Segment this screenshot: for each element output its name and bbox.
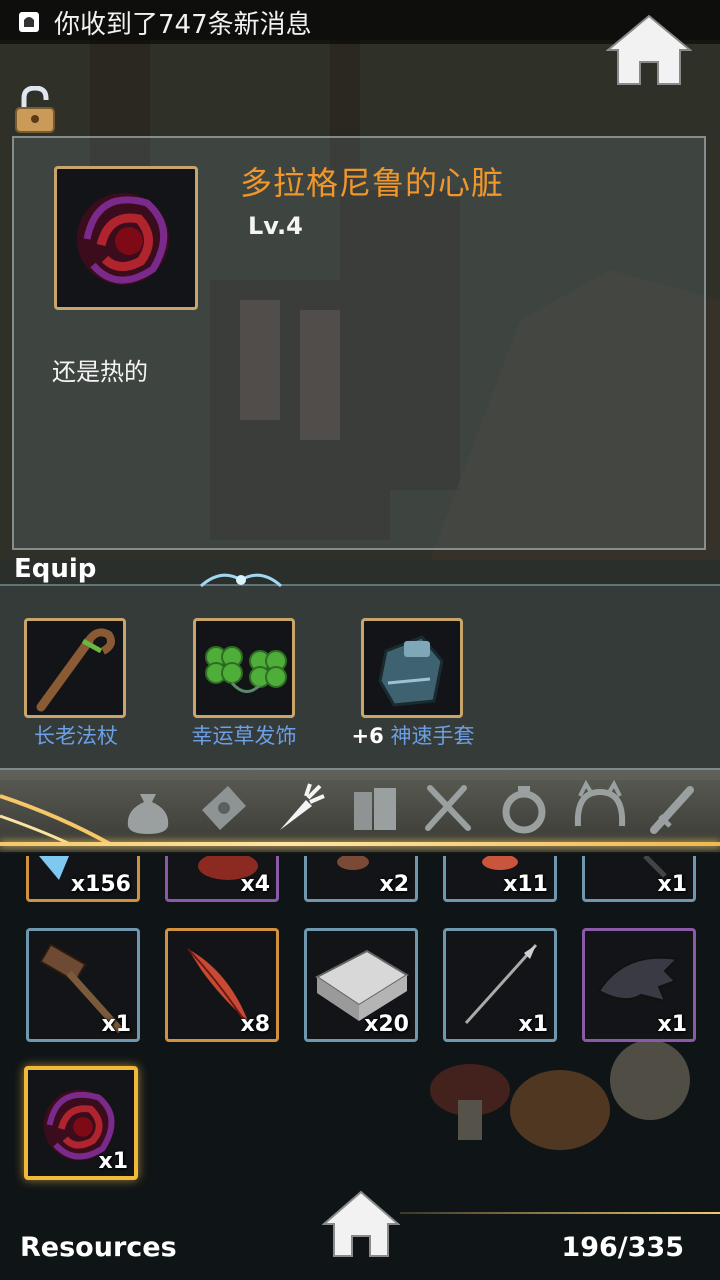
- equip-title: Equip: [14, 554, 97, 584]
- item-quantity: x11: [503, 872, 548, 897]
- tab-utensils-icon[interactable]: [420, 780, 476, 836]
- lock-icon[interactable]: [14, 86, 56, 134]
- equip-slot-clover[interactable]: [193, 618, 295, 718]
- inventory-slot-selected[interactable]: x1: [24, 1066, 138, 1180]
- resources-label: Resources: [20, 1232, 177, 1263]
- dragon-heart-icon: [77, 193, 169, 285]
- detail-item-slot: [54, 166, 198, 310]
- tab-books-icon[interactable]: [348, 780, 404, 836]
- equip-label-clover: 幸运草发饰: [191, 724, 297, 748]
- inventory-slot[interactable]: x1: [443, 928, 557, 1042]
- tab-sword-icon[interactable]: [648, 780, 704, 836]
- inventory-slot[interactable]: x156: [26, 856, 140, 902]
- inventory-slot[interactable]: x1: [582, 928, 696, 1042]
- equip-label-staff: 长老法杖: [34, 724, 118, 748]
- item-quantity: x156: [70, 872, 131, 897]
- item-quantity: x4: [240, 872, 271, 897]
- item-quantity: x1: [657, 872, 688, 897]
- tab-headband-icon[interactable]: [572, 780, 628, 836]
- gauntlet-icon: [378, 635, 444, 707]
- equip-slot-gauntlet[interactable]: [361, 618, 463, 718]
- inventory-slot[interactable]: x1: [582, 854, 696, 902]
- item-level: Lv.4: [248, 212, 303, 240]
- ornament-icon: [199, 573, 283, 588]
- inventory-slot[interactable]: x20: [304, 928, 418, 1042]
- notification-icon: [19, 12, 39, 32]
- item-quantity: x1: [98, 1149, 129, 1174]
- equip-label-gauntlet: +6 神速手套: [351, 724, 475, 748]
- item-quantity: x20: [364, 1012, 409, 1037]
- inventory-slot[interactable]: x2: [304, 854, 418, 902]
- item-quantity: x8: [240, 1012, 271, 1037]
- item-quantity: x2: [379, 872, 410, 897]
- equip-slot-staff[interactable]: [24, 618, 126, 718]
- item-detail-panel: 多拉格尼鲁的心脏 Lv.4 还是热的: [12, 136, 706, 550]
- notification-text: 你收到了747条新消息: [54, 9, 312, 40]
- item-quantity: x1: [657, 1012, 688, 1037]
- item-quantity: x1: [101, 1012, 132, 1037]
- tab-ring-icon[interactable]: [496, 780, 552, 836]
- item-description: 还是热的: [52, 358, 148, 386]
- item-quantity: x1: [518, 1012, 549, 1037]
- inventory-slot[interactable]: x11: [443, 854, 557, 902]
- item-name: 多拉格尼鲁的心脏: [240, 164, 505, 202]
- staff-icon: [36, 628, 115, 712]
- bottom-divider: [400, 1212, 720, 1214]
- tab-carrot-icon[interactable]: [272, 780, 328, 836]
- swoosh-ornament-icon: [0, 794, 111, 846]
- home-bottom-button[interactable]: [322, 1190, 400, 1258]
- category-divider: [0, 842, 720, 846]
- inventory-slot[interactable]: x1: [26, 928, 140, 1042]
- tab-scroll-icon[interactable]: [196, 780, 252, 836]
- inventory-slot[interactable]: x4: [165, 852, 279, 902]
- tab-bag-icon[interactable]: [120, 780, 176, 836]
- clover-icon: [205, 646, 287, 693]
- inventory-slot[interactable]: x8: [165, 928, 279, 1042]
- inventory-count: 196/335: [561, 1232, 684, 1263]
- home-button[interactable]: [606, 14, 692, 86]
